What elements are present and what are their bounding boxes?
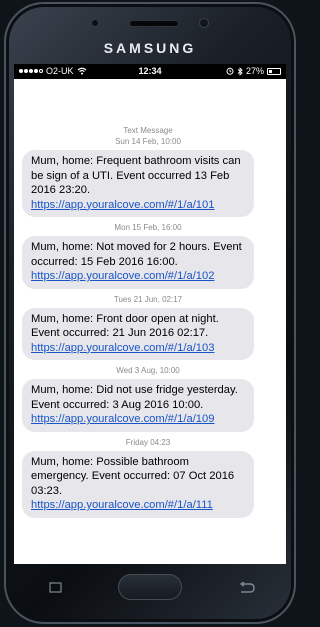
alarm-icon [226, 67, 234, 75]
hardware-nav-bar [14, 566, 286, 610]
thread-header: Text Message [123, 126, 173, 135]
message-bubble[interactable]: Mum, home: Frequent bathroom visits can … [22, 150, 254, 217]
message-link[interactable]: https://app.youralcove.com/#/1/a/111 [31, 499, 213, 511]
recent-apps-icon[interactable] [46, 582, 66, 594]
message-timestamp: Friday 04:23 [125, 437, 171, 447]
message-link[interactable]: https://app.youralcove.com/#/1/a/102 [31, 270, 214, 282]
message-bubble[interactable]: Mum, home: Not moved for 2 hours. Event … [22, 236, 254, 289]
message-bubble[interactable]: Mum, home: Front door open at night. Eve… [22, 307, 254, 360]
message-text: Mum, home: Not moved for 2 hours. Event … [31, 241, 242, 268]
bluetooth-icon [237, 66, 243, 76]
message-text: Mum, home: Frequent bathroom visits can … [31, 155, 241, 196]
message-link[interactable]: https://app.youralcove.com/#/1/a/101 [31, 199, 214, 211]
battery-percent: 27% [245, 66, 264, 76]
battery-icon [267, 67, 281, 75]
status-bar: O2-UK 12:34 27% [14, 64, 286, 79]
message-bubble[interactable]: Mum, home: Did not use fridge yesterday.… [22, 379, 254, 432]
back-arrow-icon[interactable] [236, 582, 256, 594]
proximity-sensor [92, 20, 98, 26]
message-bubble[interactable]: Mum, home: Possible bathroom emergency. … [22, 450, 254, 518]
front-camera [200, 19, 208, 27]
home-button[interactable] [118, 574, 182, 600]
earpiece-speaker [130, 21, 178, 26]
message-link[interactable]: https://app.youralcove.com/#/1/a/103 [31, 342, 214, 354]
status-right: 27% [226, 66, 281, 76]
message-text: Mum, home: Did not use fridge yesterday.… [31, 384, 238, 411]
phone-screen: O2-UK 12:34 27% Text Message Sun 14 Feb,… [14, 64, 286, 564]
message-link[interactable]: https://app.youralcove.com/#/1/a/109 [31, 413, 214, 425]
message-timestamp: Wed 3 Aug, 10:00 [116, 366, 180, 375]
message-timestamp: Mon 15 Feb, 16:00 [114, 223, 182, 232]
message-text: Mum, home: Front door open at night. Eve… [31, 312, 219, 340]
message-text: Mum, home: Possible bathroom emergency. … [31, 455, 235, 497]
message-thread[interactable]: Text Message Sun 14 Feb, 10:00 Mum, home… [14, 79, 286, 518]
message-timestamp: Sun 14 Feb, 10:00 [115, 137, 181, 146]
message-timestamp: Tues 21 Jun, 02:17 [113, 294, 183, 304]
brand-logo: SAMSUNG [103, 40, 197, 56]
